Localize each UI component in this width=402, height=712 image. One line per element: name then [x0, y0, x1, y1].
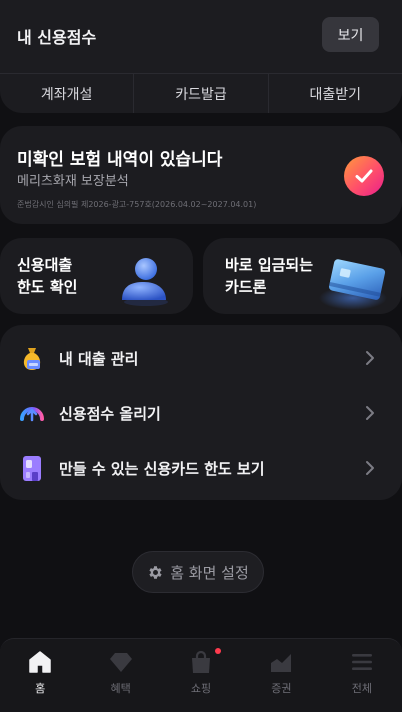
menu-item-credit-card-limit[interactable]: 만들 수 있는 신용카드 한도 보기	[0, 444, 402, 492]
gem-icon	[109, 653, 132, 672]
menu-item-label: 만들 수 있는 신용카드 한도 보기	[59, 459, 265, 478]
menu-icon	[351, 654, 372, 670]
gear-icon	[149, 565, 162, 579]
instant-card-loan-card[interactable]: 바로 입금되는 카드론	[203, 238, 402, 314]
nav-tab-label: 홈	[35, 682, 46, 695]
insurance-banner-card[interactable]: 미확인 보험 내역이 있습니다 메리츠화재 보장분석 준법감시인 심의필 제20…	[0, 126, 402, 224]
score-gauge-icon	[20, 407, 44, 422]
quick-action-row: 계좌개설 카드발급 대출받기	[0, 73, 402, 113]
menu-item-raise-credit-score[interactable]: 신용점수 올리기	[0, 389, 402, 437]
credit-score-view-button[interactable]: 보기	[322, 17, 379, 52]
chevron-right-icon	[366, 351, 374, 365]
nav-tab-label: 전체	[351, 682, 372, 695]
nav-tab-label: 쇼핑	[190, 682, 212, 695]
instant-card-loan-line2: 카드론	[225, 278, 267, 296]
credit-score-title: 내 신용점수	[17, 28, 97, 47]
home-icon	[29, 651, 51, 673]
credit-loan-limit-label: 신용대출 한도 확인	[17, 254, 77, 298]
chevron-right-icon	[366, 406, 374, 420]
quick-action-get-loan[interactable]: 대출받기	[267, 73, 402, 113]
nav-tab-home[interactable]: 홈	[0, 639, 80, 712]
credit-score-card[interactable]: 내 신용점수 보기 계좌개설 카드발급 대출받기	[0, 0, 402, 113]
home-settings-button[interactable]: 홈 화면 설정	[132, 551, 264, 593]
insurance-banner-subtitle: 메리츠화재 보장분석	[17, 174, 129, 189]
nav-tab-label: 증권	[271, 682, 292, 695]
home-settings-label: 홈 화면 설정	[170, 563, 249, 582]
instant-card-loan-label: 바로 입금되는 카드론	[225, 254, 313, 298]
menu-item-label: 신용점수 올리기	[59, 404, 161, 423]
nav-tab-shopping[interactable]: 쇼핑	[161, 639, 241, 712]
menu-list-card: 내 대출 관리 신용점수 올리기 만들 수 있는 신용카드 한도 보기	[0, 325, 402, 500]
credit-loan-limit-line1: 신용대출	[17, 256, 73, 274]
person-3d-icon	[122, 258, 168, 306]
stock-chart-icon	[271, 654, 292, 672]
insurance-banner-disclaimer: 준법감시인 심의필 제2026-광고-757호(2026.04.02~2027.…	[17, 200, 257, 209]
menu-item-loan-management[interactable]: 내 대출 관리	[0, 334, 402, 382]
menu-item-label: 내 대출 관리	[59, 349, 139, 368]
insurance-banner-title: 미확인 보험 내역이 있습니다	[17, 150, 223, 170]
notification-badge-dot	[214, 648, 221, 654]
credit-loan-limit-card[interactable]: 신용대출 한도 확인	[0, 238, 193, 314]
check-badge-icon	[344, 156, 384, 196]
money-bag-icon	[23, 348, 41, 370]
instant-card-loan-line1: 바로 입금되는	[225, 256, 314, 274]
credit-loan-limit-line2: 한도 확인	[17, 278, 78, 296]
nav-tab-all[interactable]: 전체	[322, 639, 402, 712]
bottom-navigation: 홈 혜택 쇼핑 증권 전체	[0, 638, 402, 712]
card-3d-icon	[319, 259, 387, 310]
nav-tab-label: 혜택	[110, 682, 131, 695]
chevron-right-icon	[366, 461, 374, 475]
shopping-bag-icon	[192, 650, 211, 673]
nav-tab-benefits[interactable]: 혜택	[80, 639, 160, 712]
quick-action-open-account[interactable]: 계좌개설	[0, 73, 134, 113]
quick-action-issue-card[interactable]: 카드발급	[133, 73, 268, 113]
nav-tab-stocks[interactable]: 증권	[241, 639, 321, 712]
credit-card-icon	[23, 456, 41, 481]
